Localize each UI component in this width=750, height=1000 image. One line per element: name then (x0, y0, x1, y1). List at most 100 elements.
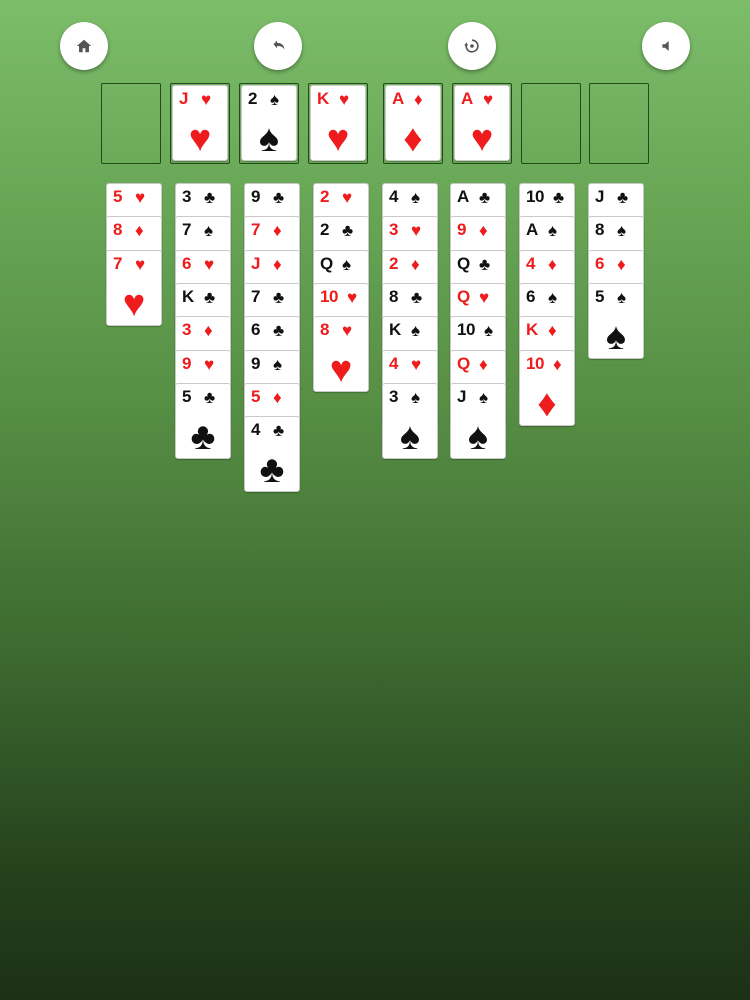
card-rank: J (595, 187, 604, 206)
card-rank: 10 (526, 354, 544, 373)
diamonds-suit-icon: ♦ (479, 355, 488, 374)
card-5-of-clubs[interactable]: 5 ♣ ♣ (175, 383, 231, 459)
card-rank: 3 (182, 187, 191, 206)
card-rank: 6 (251, 320, 260, 339)
clubs-suit-icon: ♣ (204, 388, 216, 407)
diamonds-large-suit-icon: ♦ (537, 383, 557, 425)
hearts-suit-icon: ♥ (204, 255, 215, 274)
card-rank: 8 (320, 320, 329, 339)
card-rank: A (461, 89, 473, 108)
diamonds-suit-icon: ♦ (273, 221, 282, 240)
hearts-suit-icon: ♥ (479, 288, 490, 307)
card-rank: 2 (248, 89, 257, 108)
spades-suit-icon: ♠ (270, 90, 280, 109)
card-rank: 9 (251, 354, 260, 373)
restart-icon (464, 39, 479, 53)
card-rank: 3 (389, 387, 398, 406)
speaker-icon (662, 41, 669, 51)
card-rank: A (526, 220, 538, 239)
card-rank: 7 (113, 254, 122, 273)
card-rank: K (389, 320, 401, 339)
card-rank: 6 (526, 287, 535, 306)
card-rank: 4 (526, 254, 535, 273)
card-A-of-diamonds[interactable]: A ♦ ♦ (385, 85, 441, 161)
hearts-suit-icon: ♥ (342, 321, 353, 340)
clubs-suit-icon: ♣ (204, 188, 216, 207)
card-rank: 9 (457, 220, 466, 239)
foundation-3[interactable] (521, 83, 581, 164)
home-icon (76, 39, 92, 53)
card-rank: 7 (251, 287, 260, 306)
card-5-of-spades[interactable]: 5 ♠ ♠ (588, 283, 644, 359)
clubs-suit-icon: ♣ (273, 321, 285, 340)
card-A-of-hearts[interactable]: A ♥ ♥ (454, 85, 510, 161)
spades-suit-icon: ♠ (411, 188, 421, 207)
undo-button[interactable] (254, 22, 302, 70)
hearts-large-suit-icon: ♥ (122, 283, 146, 325)
card-rank: 4 (389, 187, 398, 206)
clubs-suit-icon: ♣ (273, 288, 285, 307)
hearts-large-suit-icon: ♥ (326, 118, 350, 160)
diamonds-suit-icon: ♦ (553, 355, 562, 374)
spades-suit-icon: ♠ (411, 388, 421, 407)
clubs-suit-icon: ♣ (204, 288, 216, 307)
spades-suit-icon: ♠ (273, 355, 283, 374)
card-rank: 9 (251, 187, 260, 206)
restart-button[interactable] (448, 22, 496, 70)
sound-button[interactable] (642, 22, 690, 70)
hearts-suit-icon: ♥ (201, 90, 212, 109)
diamonds-suit-icon: ♦ (411, 255, 420, 274)
card-rank: 4 (389, 354, 398, 373)
card-rank: J (251, 254, 260, 273)
foundation-4[interactable] (589, 83, 649, 164)
spades-suit-icon: ♠ (204, 221, 214, 240)
spades-suit-icon: ♠ (617, 288, 627, 307)
spades-suit-icon: ♠ (484, 321, 494, 340)
hearts-suit-icon: ♥ (204, 355, 215, 374)
hearts-suit-icon: ♥ (347, 288, 358, 307)
card-2-of-spades[interactable]: 2 ♠ ♠ (241, 85, 297, 161)
card-rank: 7 (182, 220, 191, 239)
free-cell-1[interactable] (101, 83, 161, 164)
hearts-suit-icon: ♥ (135, 188, 146, 207)
card-J-of-spades[interactable]: J ♠ ♠ (450, 383, 506, 459)
clubs-large-suit-icon: ♣ (190, 416, 216, 458)
card-rank: 3 (389, 220, 398, 239)
diamonds-suit-icon: ♦ (414, 90, 423, 109)
card-rank: J (457, 387, 466, 406)
card-rank: 8 (595, 220, 604, 239)
card-rank: 7 (251, 220, 260, 239)
card-rank: Q (457, 287, 470, 306)
diamonds-suit-icon: ♦ (548, 255, 557, 274)
spades-suit-icon: ♠ (548, 288, 558, 307)
card-rank: A (457, 187, 469, 206)
card-10-of-diamonds[interactable]: 10 ♦ ♦ (519, 350, 575, 426)
card-rank: K (317, 89, 329, 108)
card-rank: 8 (113, 220, 122, 239)
card-4-of-clubs[interactable]: 4 ♣ ♣ (244, 416, 300, 492)
card-rank: 10 (457, 320, 475, 339)
card-K-of-hearts[interactable]: K ♥ ♥ (310, 85, 366, 161)
hearts-large-suit-icon: ♥ (188, 118, 212, 160)
card-rank: 3 (182, 320, 191, 339)
card-rank: 10 (320, 287, 338, 306)
spades-suit-icon: ♠ (479, 388, 489, 407)
card-rank: 6 (595, 254, 604, 273)
card-rank: A (392, 89, 404, 108)
card-3-of-spades[interactable]: 3 ♠ ♠ (382, 383, 438, 459)
diamonds-suit-icon: ♦ (135, 221, 144, 240)
home-button[interactable] (60, 22, 108, 70)
hearts-suit-icon: ♥ (135, 255, 146, 274)
spades-suit-icon: ♠ (617, 221, 627, 240)
card-8-of-hearts[interactable]: 8 ♥ ♥ (313, 316, 369, 392)
card-rank: Q (457, 254, 470, 273)
clubs-suit-icon: ♣ (273, 188, 285, 207)
card-J-of-hearts[interactable]: J ♥ ♥ (172, 85, 228, 161)
spades-suit-icon: ♠ (411, 321, 421, 340)
spades-large-suit-icon: ♠ (467, 416, 489, 458)
diamonds-suit-icon: ♦ (479, 221, 488, 240)
card-rank: 2 (320, 220, 329, 239)
card-7-of-hearts[interactable]: 7 ♥ ♥ (106, 250, 162, 326)
card-rank: 4 (251, 420, 260, 439)
clubs-suit-icon: ♣ (342, 221, 354, 240)
